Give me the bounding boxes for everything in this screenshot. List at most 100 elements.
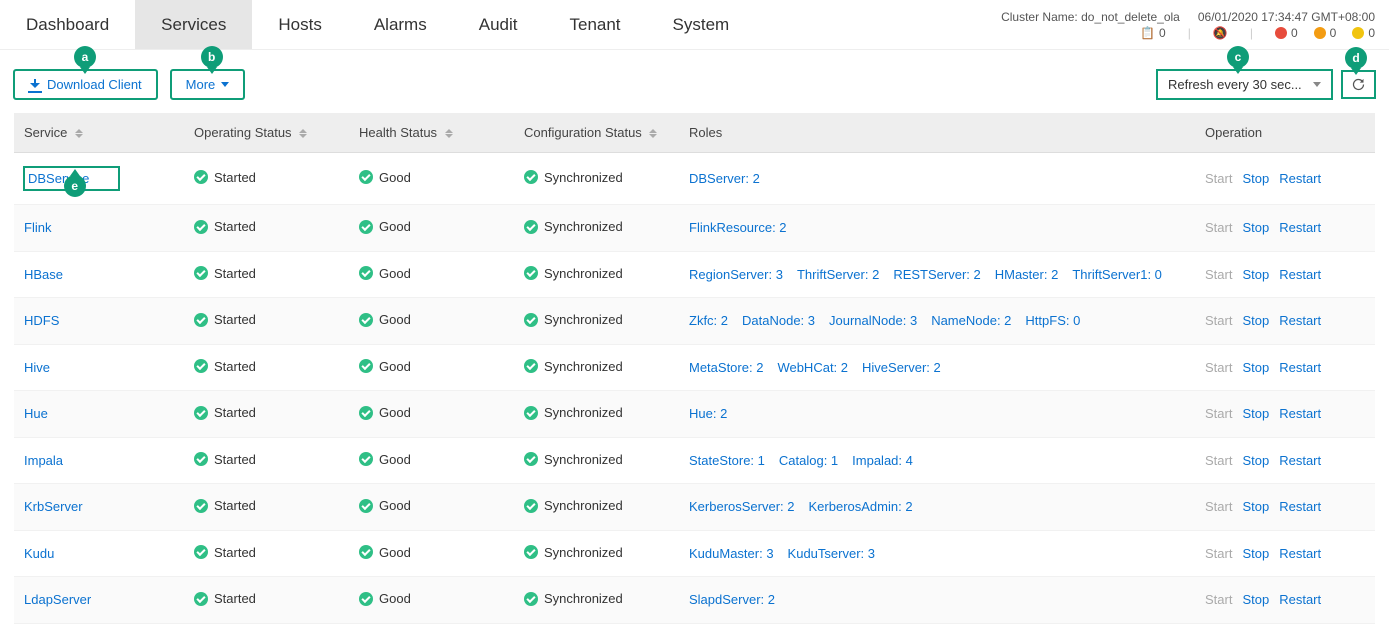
service-link[interactable]: Impala [24, 453, 63, 468]
op-stop[interactable]: Stop [1242, 592, 1269, 607]
role-link[interactable]: KerberosAdmin: 2 [809, 499, 913, 514]
op-stop[interactable]: Stop [1242, 313, 1269, 328]
op-restart[interactable]: Restart [1279, 453, 1321, 468]
check-icon [359, 406, 373, 420]
nav-tab-dashboard[interactable]: Dashboard [0, 0, 135, 49]
table-row: HueStartedGoodSynchronizedHue: 2StartSto… [14, 391, 1375, 438]
cell-operating-status: Started [184, 251, 349, 298]
table-row: HBase Started Good Synchronized RegionServer… [14, 251, 1375, 298]
role-link[interactable]: ThriftServer1: 0 [1072, 267, 1162, 282]
role-link[interactable]: KuduTserver: 3 [788, 546, 875, 561]
role-link[interactable]: HttpFS: 0 [1025, 313, 1080, 328]
op-restart[interactable]: Restart [1279, 360, 1321, 375]
op-stop[interactable]: Stop [1242, 220, 1269, 235]
role-link[interactable]: Catalog: 1 [779, 453, 838, 468]
role-link[interactable]: KerberosServer: 2 [689, 499, 795, 514]
cell-roles: SlapdServer: 2 [679, 577, 1195, 624]
download-client-button[interactable]: Download Client [14, 70, 157, 99]
status-badge: Started [194, 452, 256, 467]
alarm-minor[interactable]: 0 [1352, 26, 1375, 40]
role-link[interactable]: Impalad: 4 [852, 453, 913, 468]
cell-config-status: Synchronized [514, 484, 679, 531]
check-icon [524, 266, 538, 280]
task-indicator[interactable]: 0 [1140, 26, 1166, 40]
table-row: HDFSStartedGoodSynchronizedZkfc: 2DataNo… [14, 298, 1375, 345]
op-restart[interactable]: Restart [1279, 171, 1321, 186]
refresh-icon [1351, 77, 1366, 92]
nav-tab-alarms[interactable]: Alarms [348, 0, 453, 49]
sort-icon [445, 129, 453, 138]
alarm-critical[interactable]: 0 [1275, 26, 1298, 40]
service-link[interactable]: Hue [24, 406, 48, 421]
role-link[interactable]: RESTServer: 2 [893, 267, 980, 282]
role-link[interactable]: KuduMaster: 3 [689, 546, 774, 561]
op-restart[interactable]: Restart [1279, 592, 1321, 607]
nav-tab-audit[interactable]: Audit [453, 0, 544, 49]
role-link[interactable]: DBServer: 2 [689, 171, 760, 186]
op-stop[interactable]: Stop [1242, 267, 1269, 282]
service-link[interactable]: Hive [24, 360, 50, 375]
role-link[interactable]: SlapdServer: 2 [689, 592, 775, 607]
status-badge: Synchronized [524, 266, 623, 281]
role-link[interactable]: ThriftServer: 2 [797, 267, 879, 282]
role-link[interactable]: WebHCat: 2 [777, 360, 848, 375]
service-link[interactable]: KrbServer [24, 499, 83, 514]
nav-tab-services[interactable]: Services [135, 0, 252, 49]
op-start: Start [1205, 406, 1232, 421]
nav-tab-hosts[interactable]: Hosts [252, 0, 347, 49]
cell-operation: StartStopRestart [1195, 205, 1375, 252]
status-badge: Started [194, 219, 256, 234]
op-restart[interactable]: Restart [1279, 406, 1321, 421]
annotation-b: b [201, 46, 223, 68]
mute-indicator[interactable] [1213, 26, 1228, 40]
nav-tab-tenant[interactable]: Tenant [543, 0, 646, 49]
check-icon [524, 359, 538, 373]
op-stop[interactable]: Stop [1242, 453, 1269, 468]
role-link[interactable]: Hue: 2 [689, 406, 727, 421]
col-header-config[interactable]: Configuration Status [514, 113, 679, 153]
service-link[interactable]: LdapServer [24, 592, 91, 607]
op-restart[interactable]: Restart [1279, 313, 1321, 328]
check-icon [194, 313, 208, 327]
service-link[interactable]: Flink [24, 220, 51, 235]
role-link[interactable]: StateStore: 1 [689, 453, 765, 468]
check-icon [194, 359, 208, 373]
role-link[interactable]: MetaStore: 2 [689, 360, 763, 375]
op-stop[interactable]: Stop [1242, 406, 1269, 421]
op-restart[interactable]: Restart [1279, 546, 1321, 561]
role-link[interactable]: HMaster: 2 [995, 267, 1059, 282]
status-badge: Good [359, 266, 411, 281]
status-badge: Good [359, 591, 411, 606]
op-restart[interactable]: Restart [1279, 499, 1321, 514]
op-stop[interactable]: Stop [1242, 171, 1269, 186]
cell-roles: DBServer: 2 [679, 153, 1195, 205]
service-link[interactable]: HDFS [24, 313, 59, 328]
col-header-operating[interactable]: Operating Status [184, 113, 349, 153]
role-link[interactable]: Zkfc: 2 [689, 313, 728, 328]
alarm-major[interactable]: 0 [1314, 26, 1337, 40]
refresh-button[interactable] [1342, 71, 1375, 98]
col-header-health[interactable]: Health Status [349, 113, 514, 153]
role-link[interactable]: DataNode: 3 [742, 313, 815, 328]
cell-service: Flink [14, 205, 184, 252]
service-link[interactable]: HBase [24, 267, 63, 282]
role-link[interactable]: RegionServer: 3 [689, 267, 783, 282]
service-link[interactable]: Kudu [24, 546, 54, 561]
col-header-service[interactable]: Service [14, 113, 184, 153]
cell-health-status: Good [349, 530, 514, 577]
op-restart[interactable]: Restart [1279, 267, 1321, 282]
op-stop[interactable]: Stop [1242, 360, 1269, 375]
role-link[interactable]: NameNode: 2 [931, 313, 1011, 328]
role-link[interactable]: JournalNode: 3 [829, 313, 917, 328]
timestamp: 06/01/2020 17:34:47 GMT+08:00 [1198, 10, 1375, 24]
refresh-interval-select[interactable]: Refresh every 30 sec... [1157, 70, 1332, 99]
cell-operating-status: Started [184, 153, 349, 205]
role-link[interactable]: FlinkResource: 2 [689, 220, 787, 235]
role-link[interactable]: HiveServer: 2 [862, 360, 941, 375]
nav-tab-system[interactable]: System [647, 0, 756, 49]
cell-operation: StartStopRestart [1195, 484, 1375, 531]
op-stop[interactable]: Stop [1242, 499, 1269, 514]
more-button[interactable]: More [171, 70, 245, 99]
op-restart[interactable]: Restart [1279, 220, 1321, 235]
op-stop[interactable]: Stop [1242, 546, 1269, 561]
